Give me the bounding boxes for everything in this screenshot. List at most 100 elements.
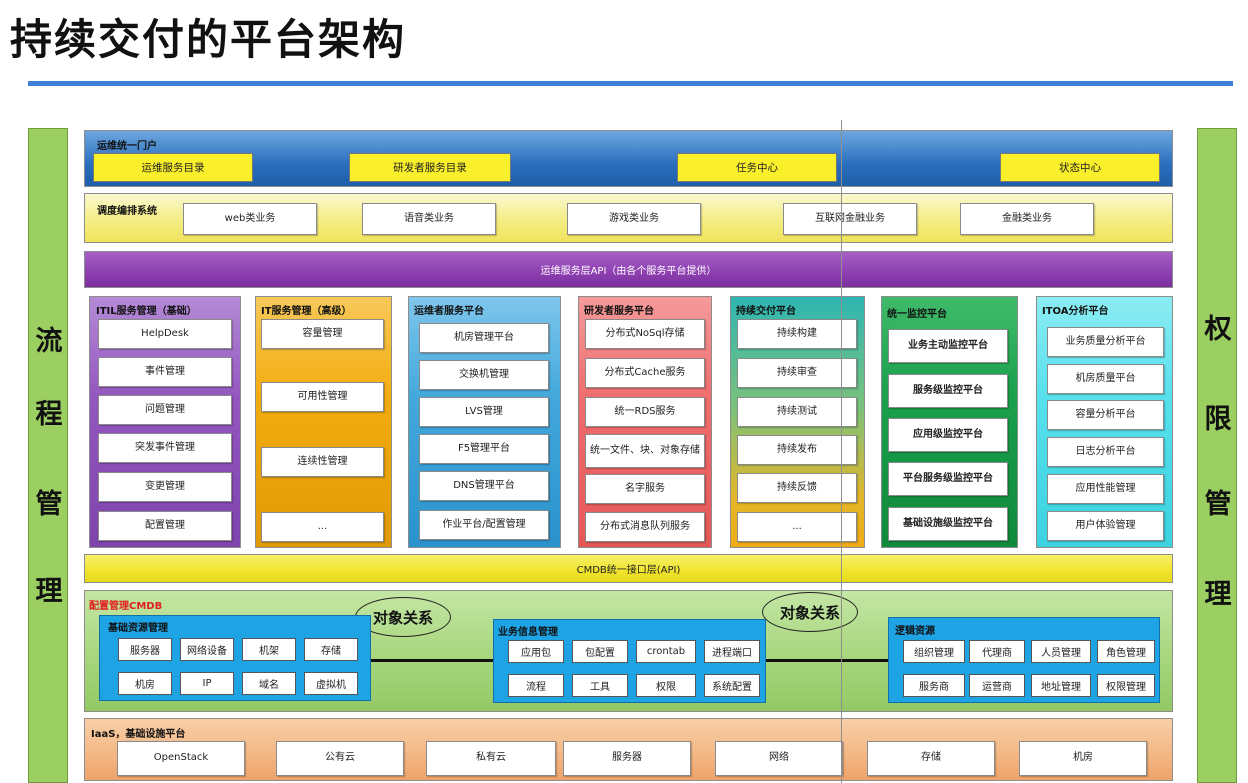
- platform-item: DNS管理平台: [419, 471, 549, 501]
- platform-item: 容量分析平台: [1047, 400, 1164, 430]
- cmdb-item: 代理商: [969, 640, 1025, 663]
- relation-line: [766, 659, 888, 662]
- platform-item: 业务主动监控平台: [888, 329, 1008, 363]
- cmdb-item: 角色管理: [1097, 640, 1155, 663]
- cmdb-item: 人员管理: [1031, 640, 1091, 663]
- cmdb-api-layer: CMDB统一接口层(API): [84, 554, 1173, 583]
- iaas-item: 公有云: [276, 741, 404, 776]
- platform-item: 机房管理平台: [419, 323, 549, 353]
- permission-management-bar: 权 限 管 理: [1197, 128, 1237, 783]
- sidebar-right-char: 限: [1204, 404, 1232, 435]
- platform-item: 日志分析平台: [1047, 437, 1164, 467]
- platform-item: 应用级监控平台: [888, 418, 1008, 452]
- platform-item: 持续构建: [737, 319, 857, 349]
- platform-item: 事件管理: [98, 357, 232, 387]
- cmdb-item: 机架: [242, 638, 296, 661]
- portal-label: 运维统一门户: [97, 141, 157, 152]
- platform-item: 机房质量平台: [1047, 364, 1164, 394]
- sidebar-left-char: 理: [35, 576, 63, 607]
- cmdb-item: 组织管理: [903, 640, 965, 663]
- platform-item: 服务级监控平台: [888, 374, 1008, 408]
- api-layer: 运维服务层API（由各个服务平台提供）: [84, 251, 1173, 288]
- cmdb-item: 域名: [242, 672, 296, 695]
- cmdb-item: 应用包: [508, 640, 564, 663]
- platform-item: 持续发布: [737, 435, 857, 465]
- cmdb-item: 工具: [572, 674, 628, 697]
- platform-title: 研发者服务平台: [584, 306, 654, 317]
- cmdb-item: 进程端口: [704, 640, 760, 663]
- cmdb-group-title: 业务信息管理: [498, 627, 558, 638]
- title-underline: [28, 81, 1233, 86]
- platform-item: LVS管理: [419, 397, 549, 427]
- cmdb-item: 系统配置: [704, 674, 760, 697]
- cmdb-item: 权限: [636, 674, 696, 697]
- scheduler-label: 调度编排系统: [97, 206, 157, 217]
- portal-layer: 运维统一门户 运维服务目录 研发者服务目录 任务中心 状态中心: [84, 130, 1173, 187]
- scheduler-item: 金融类业务: [960, 203, 1094, 235]
- guide-line: [841, 120, 842, 783]
- iaas-item: OpenStack: [117, 741, 245, 776]
- platform-item: 持续反馈: [737, 473, 857, 503]
- sidebar-right-char: 理: [1204, 579, 1232, 610]
- platform-monitor: 统一监控平台 业务主动监控平台 服务级监控平台 应用级监控平台 平台服务级监控平…: [881, 296, 1018, 548]
- platform-title: ITIL服务管理（基础）: [96, 306, 197, 317]
- platform-dev: 研发者服务平台 分布式NoSql存储 分布式Cache服务 统一RDS服务 统一…: [578, 296, 712, 548]
- platform-item: 连续性管理: [261, 447, 384, 477]
- iaas-item: 私有云: [426, 741, 556, 776]
- cmdb-item: crontab: [636, 640, 696, 663]
- cmdb-group-title: 逻辑资源: [895, 626, 935, 637]
- sidebar-left-char: 程: [35, 399, 63, 430]
- platform-item: 突发事件管理: [98, 433, 232, 463]
- scheduler-item: web类业务: [183, 203, 317, 235]
- platform-item: 持续审查: [737, 358, 857, 388]
- platform-item: 业务质量分析平台: [1047, 327, 1164, 357]
- cmdb-group-logical: 逻辑资源 组织管理 代理商 人员管理 角色管理 服务商 运营商 地址管理 权限管…: [888, 617, 1160, 703]
- platform-item: 可用性管理: [261, 382, 384, 412]
- cmdb-item: 权限管理: [1097, 674, 1155, 697]
- platform-item: 分布式NoSql存储: [585, 319, 705, 349]
- platform-title: 持续交付平台: [736, 306, 796, 317]
- iaas-label: IaaS，基础设施平台: [91, 729, 186, 740]
- platform-item: ...: [737, 512, 857, 542]
- cmdb-group-title: 基础资源管理: [108, 623, 168, 634]
- relation-line: [371, 659, 493, 662]
- sidebar-right-char: 管: [1204, 489, 1232, 520]
- portal-item: 研发者服务目录: [349, 153, 511, 182]
- scheduler-item: 游戏类业务: [567, 203, 701, 235]
- iaas-layer: IaaS，基础设施平台 OpenStack 公有云 私有云 服务器 网络 存储 …: [84, 718, 1173, 781]
- iaas-item: 服务器: [563, 741, 691, 776]
- scheduler-item: 语音类业务: [362, 203, 496, 235]
- cmdb-group-basic: 基础资源管理 服务器 网络设备 机架 存储 机房 IP 域名 虚拟机: [99, 615, 371, 701]
- scheduler-item: 互联网金融业务: [783, 203, 917, 235]
- cmdb-label: 配置管理CMDB: [89, 601, 163, 612]
- cmdb-item: 服务商: [903, 674, 965, 697]
- platform-item: 平台服务级监控平台: [888, 462, 1008, 496]
- platform-item: ...: [261, 512, 384, 542]
- platform-item: 交换机管理: [419, 360, 549, 390]
- platform-item: 应用性能管理: [1047, 474, 1164, 504]
- platform-item: 持续测试: [737, 397, 857, 427]
- platform-item: 作业平台/配置管理: [419, 510, 549, 540]
- cmdb-item: 包配置: [572, 640, 628, 663]
- scheduler-layer: 调度编排系统 web类业务 语音类业务 游戏类业务 互联网金融业务 金融类业务: [84, 193, 1173, 243]
- platform-itoa: ITOA分析平台 业务质量分析平台 机房质量平台 容量分析平台 日志分析平台 应…: [1036, 296, 1173, 548]
- cmdb-item: 运营商: [969, 674, 1025, 697]
- platform-item: 变更管理: [98, 472, 232, 502]
- cmdb-item: 网络设备: [180, 638, 234, 661]
- cmdb-item: 服务器: [118, 638, 172, 661]
- platform-item: 用户体验管理: [1047, 511, 1164, 541]
- platform-ops: 运维者服务平台 机房管理平台 交换机管理 LVS管理 F5管理平台 DNS管理平…: [408, 296, 561, 548]
- sidebar-right-char: 权: [1204, 314, 1232, 345]
- sidebar-left-char: 管: [35, 489, 63, 520]
- platform-item: F5管理平台: [419, 434, 549, 464]
- iaas-item: 网络: [715, 741, 843, 776]
- platform-item: 分布式Cache服务: [585, 358, 705, 388]
- platform-item: 名字服务: [585, 474, 705, 504]
- cmdb-item: 流程: [508, 674, 564, 697]
- object-relation-ellipse: 对象关系: [762, 592, 858, 632]
- platform-title: 运维者服务平台: [414, 306, 484, 317]
- platform-item: HelpDesk: [98, 319, 232, 349]
- cmdb-layer: 配置管理CMDB 对象关系 对象关系 基础资源管理 服务器 网络设备 机架 存储…: [84, 590, 1173, 712]
- cmdb-item: 机房: [118, 672, 172, 695]
- cmdb-item: 存储: [304, 638, 358, 661]
